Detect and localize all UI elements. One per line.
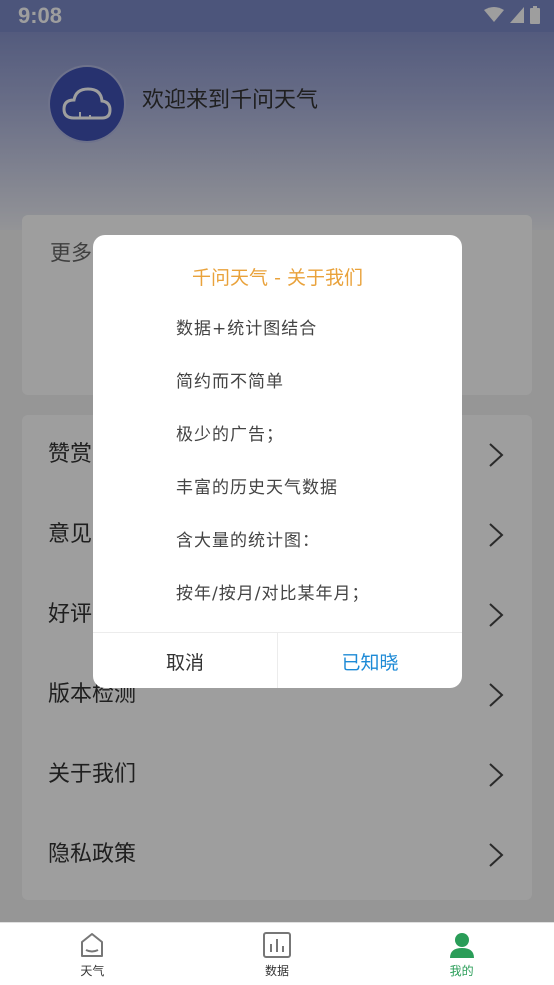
dialog-line: 含大量的统计图： — [176, 531, 320, 551]
dialog-buttons: 取消 已知晓 — [93, 632, 462, 688]
about-dialog: 千问天气 - 关于我们 数据+统计图结合 简约而不简单 极少的广告； 丰富的历史… — [93, 235, 462, 688]
dialog-title: 千问天气 - 关于我们 — [192, 267, 363, 289]
bar-chart-icon — [263, 932, 291, 958]
dialog-line: 丰富的历史天气数据 — [176, 478, 338, 498]
nav-label: 天气 — [80, 964, 105, 978]
nav-label: 我的 — [449, 964, 474, 978]
nav-tab-me[interactable]: 我的 — [369, 923, 554, 985]
dialog-line: 数据+统计图结合 — [176, 319, 318, 339]
dialog-line: 按年/按月/对比某年月； — [176, 584, 370, 604]
nav-label: 数据 — [265, 964, 290, 978]
person-icon — [449, 933, 474, 958]
house-icon — [81, 933, 104, 957]
nav-tab-data[interactable]: 数据 — [185, 923, 370, 985]
dialog-line: 极少的广告； — [176, 425, 284, 445]
acknowledge-button[interactable]: 已知晓 — [278, 633, 462, 688]
cancel-button[interactable]: 取消 — [93, 633, 278, 688]
nav-tab-weather[interactable]: 天气 — [0, 923, 185, 985]
bottom-nav: 天气 数据 我的 — [0, 922, 554, 985]
dialog-line: 简约而不简单 — [176, 372, 284, 392]
